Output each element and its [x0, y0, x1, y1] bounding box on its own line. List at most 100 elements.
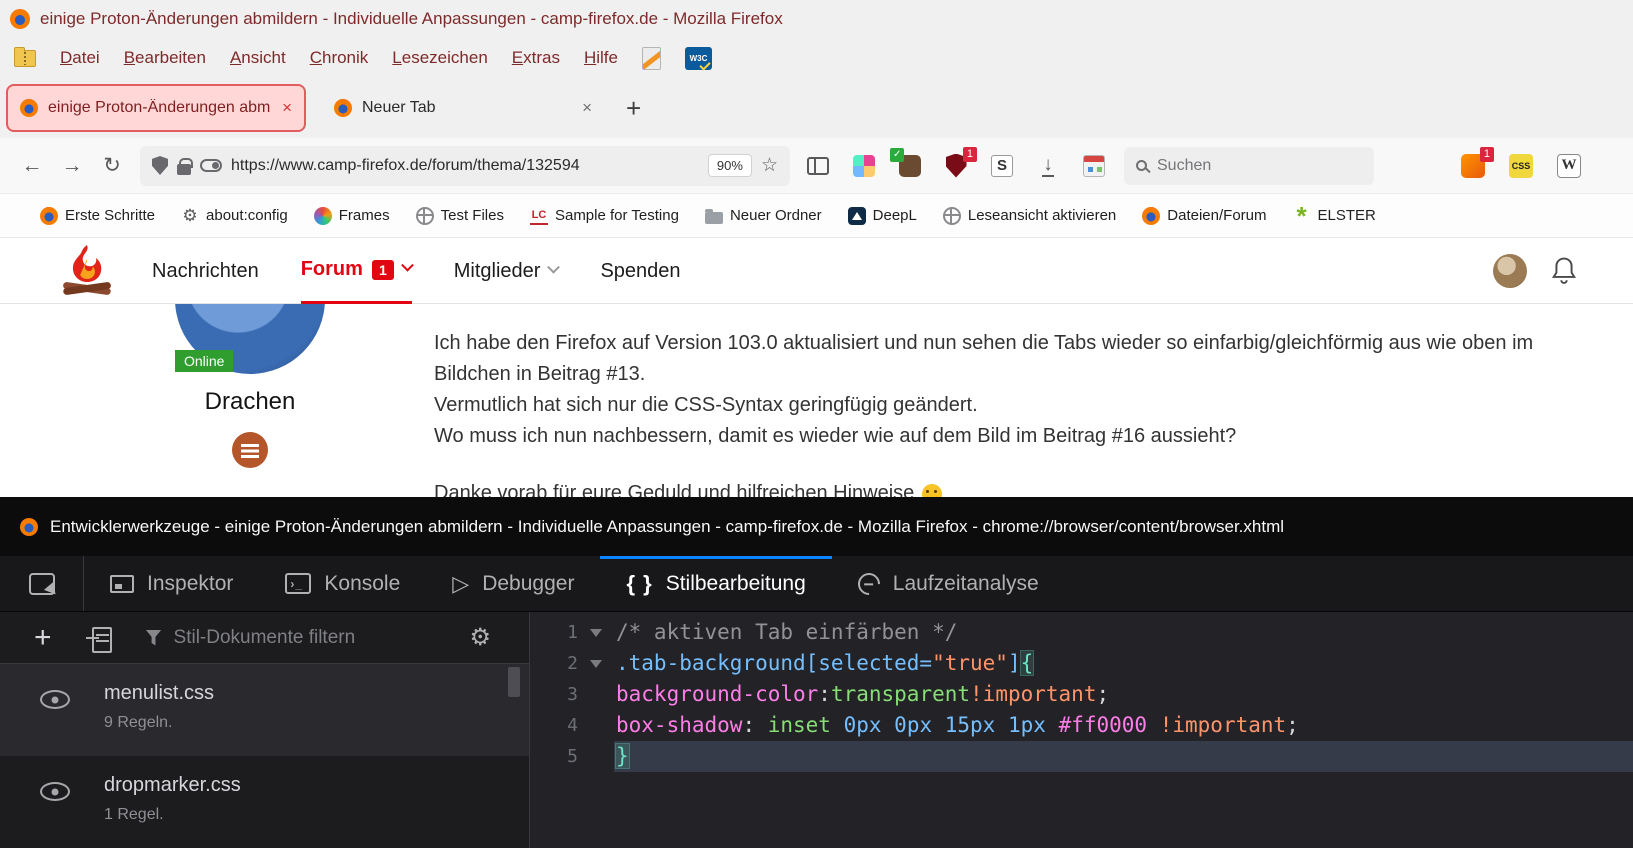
tab-close-icon[interactable]: ×	[282, 98, 292, 118]
search-bar[interactable]	[1124, 147, 1374, 185]
site-nav-forum[interactable]: Forum 1	[301, 238, 412, 304]
bookmark-deepl[interactable]: DeepL	[848, 207, 917, 225]
url-text[interactable]: https://www.camp-firefox.de/forum/thema/…	[231, 157, 699, 175]
code-token: {	[1021, 651, 1034, 675]
code-token: 0px 0px 15px 1px	[844, 713, 1046, 737]
devtools-tab-stilbearbeitung[interactable]: { }Stilbearbeitung	[600, 556, 831, 611]
bookmark-elster[interactable]: *ELSTER	[1293, 207, 1376, 225]
w3c-validator-icon[interactable]: W3C	[685, 47, 712, 70]
menu-bearbeiten[interactable]: Bearbeiten	[124, 48, 206, 68]
site-nav-nachrichten[interactable]: Nachrichten	[152, 238, 259, 304]
tracking-protection-shield-icon[interactable]	[152, 156, 168, 175]
url-bar[interactable]: https://www.camp-firefox.de/forum/thema/…	[140, 146, 790, 186]
pick-element-button[interactable]	[0, 556, 84, 611]
bookmark-label: Sample for Testing	[555, 207, 679, 224]
code-text: /* aktiven Tab einfärben */	[614, 617, 1633, 648]
bookmark-leseansicht[interactable]: Leseansicht aktivieren	[943, 207, 1116, 225]
devtools-tab-debugger[interactable]: ▷Debugger	[426, 556, 600, 611]
console-prompt-glyph: ›_	[290, 577, 303, 591]
menu-datei[interactable]: Datei	[60, 48, 100, 68]
bookmark-about-config[interactable]: ⚙about:config	[181, 207, 288, 225]
bookmark-sample-for-testing[interactable]: LCSample for Testing	[530, 207, 679, 225]
bookmark-folder-neuer-ordner[interactable]: Neuer Ordner	[705, 207, 822, 224]
forward-button[interactable]: →	[52, 146, 92, 186]
menu-extras[interactable]: Extras	[512, 48, 560, 68]
code-token: #ff0000	[1059, 713, 1148, 737]
menu-label: nsicht	[241, 48, 285, 67]
bookmark-erste-schritte[interactable]: Erste Schritte	[40, 207, 155, 225]
stylesheet-item-dropmarker[interactable]: dropmarker.css 1 Regel.	[0, 756, 529, 848]
code-text: .tab-background[selected="true"]{	[614, 648, 1633, 679]
style-editor-source[interactable]: 1 /* aktiven Tab einfärben */ 2 .tab-bac…	[530, 612, 1633, 848]
zip-archive-icon[interactable]	[14, 50, 36, 67]
new-stylesheet-button[interactable]: +	[34, 623, 52, 653]
tree-style-tab-button[interactable]: 1	[1461, 154, 1485, 178]
sidebar-scrollbar-thumb[interactable]	[508, 667, 520, 697]
download-arrow-icon: ↓	[1042, 155, 1054, 177]
css-extension-button[interactable]: CSS	[1509, 154, 1533, 178]
menu-lesezeichen[interactable]: Lesezeichen	[392, 48, 487, 68]
sidebar-toggle-button[interactable]	[806, 154, 830, 178]
account-avatar[interactable]	[1493, 254, 1527, 288]
campfire-logo[interactable]	[55, 243, 119, 299]
tab-close-icon[interactable]: ×	[582, 98, 592, 118]
bookmark-test-files[interactable]: Test Files	[416, 207, 504, 225]
bookmark-frames[interactable]: Frames	[314, 207, 390, 225]
code-token: transparent	[831, 682, 970, 706]
menu-chronik[interactable]: Chronik	[310, 48, 369, 68]
ublock-badge: 1	[963, 147, 977, 162]
inspector-icon	[110, 575, 134, 593]
menu-hilfe[interactable]: Hilfe	[584, 48, 618, 68]
fold-marker[interactable]	[578, 660, 614, 668]
zoom-level-badge[interactable]: 90%	[708, 154, 752, 177]
post-author-posts-icon[interactable]	[232, 432, 268, 468]
https-lock-icon[interactable]	[177, 164, 191, 175]
tab-active[interactable]: einige Proton-Änderungen abm ×	[6, 84, 306, 132]
filter-stylesheets-input[interactable]	[174, 627, 424, 649]
bookmark-star-icon[interactable]: ☆	[761, 154, 778, 177]
forum-unread-badge: 1	[372, 260, 394, 280]
permissions-toggle-icon[interactable]	[200, 159, 222, 172]
frames-favicon-icon	[314, 207, 332, 225]
reload-button[interactable]: ↻	[92, 146, 132, 186]
menu-ansicht[interactable]: Ansicht	[230, 48, 286, 68]
devtools-tab-laufzeitanalyse[interactable]: Laufzeitanalyse	[832, 556, 1065, 611]
downloads-button[interactable]: ↓	[1036, 154, 1060, 178]
tab-label: Neuer Tab	[362, 99, 572, 117]
notifications-bell-icon[interactable]	[1551, 256, 1577, 286]
devtools-tab-inspektor[interactable]: Inspektor	[84, 556, 259, 611]
style-editor-braces-icon: { }	[626, 571, 652, 597]
post-author-name[interactable]: Drachen	[175, 388, 325, 416]
back-button[interactable]: ←	[12, 146, 52, 186]
post-body: Ich habe den Firefox auf Version 103.0 a…	[434, 328, 1533, 497]
search-icon	[1136, 160, 1147, 171]
w-extension-button[interactable]: W	[1557, 154, 1581, 178]
calendar-extension-button[interactable]	[1082, 154, 1106, 178]
edit-document-extension-icon[interactable]	[642, 47, 661, 70]
stylus-extension-button[interactable]: S	[990, 154, 1014, 178]
site-nav-spenden[interactable]: Spenden	[600, 238, 680, 304]
search-input[interactable]	[1157, 157, 1327, 175]
tampermonkey-extension-button[interactable]: ✓	[898, 154, 922, 178]
style-editor-sidebar: + ⚙ menulist.css 9 Regeln. dropmarker.cs…	[0, 612, 530, 848]
menu-accesskey: A	[230, 48, 241, 67]
bookmark-label: Neuer Ordner	[730, 207, 822, 224]
tab-neuer-tab[interactable]: Neuer Tab ×	[322, 84, 604, 132]
bookmark-label: about:config	[206, 207, 288, 224]
debugger-icon: ▷	[452, 573, 469, 595]
palette-extension-button[interactable]	[852, 154, 876, 178]
site-nav-mitglieder[interactable]: Mitglieder	[454, 238, 559, 304]
toggle-stylesheet-eye-icon[interactable]	[40, 782, 70, 801]
import-stylesheet-button[interactable]	[86, 627, 112, 649]
toggle-stylesheet-eye-icon[interactable]	[40, 690, 70, 709]
toolbar-right-icons: 1 CSS W	[1461, 154, 1581, 178]
filter-funnel-icon	[146, 630, 162, 646]
fold-marker[interactable]	[578, 629, 614, 637]
menu-label: atei	[72, 48, 99, 67]
devtools-tab-konsole[interactable]: ›_Konsole	[259, 556, 426, 611]
ublock-origin-button[interactable]: 1	[944, 154, 968, 178]
style-editor-options-gear-icon[interactable]: ⚙	[469, 626, 491, 650]
bookmark-dateien-forum[interactable]: Dateien/Forum	[1142, 207, 1266, 225]
new-tab-button[interactable]: +	[626, 93, 641, 124]
stylesheet-item-menulist[interactable]: menulist.css 9 Regeln.	[0, 664, 529, 756]
